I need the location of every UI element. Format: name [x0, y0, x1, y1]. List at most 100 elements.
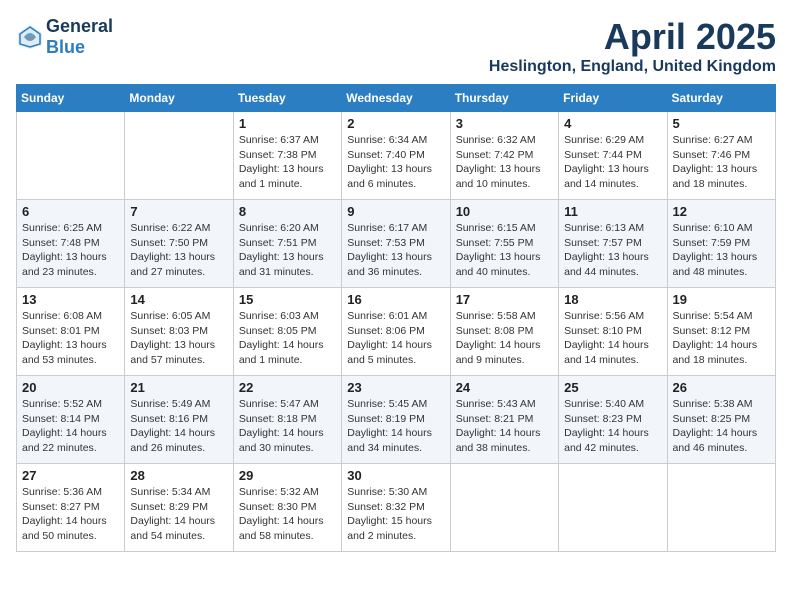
day-number: 6	[22, 204, 119, 219]
day-info: Sunrise: 6:37 AMSunset: 7:38 PMDaylight:…	[239, 133, 336, 192]
week-row-4: 20 Sunrise: 5:52 AMSunset: 8:14 PMDayligh…	[17, 376, 776, 464]
calendar-cell	[559, 464, 667, 552]
day-number: 24	[456, 380, 553, 395]
header-day-tuesday: Tuesday	[233, 85, 341, 112]
logo-icon	[16, 23, 44, 51]
calendar-cell: 21 Sunrise: 5:49 AMSunset: 8:16 PMDayligh…	[125, 376, 233, 464]
logo-general: General	[46, 16, 113, 36]
day-info: Sunrise: 5:32 AMSunset: 8:30 PMDaylight:…	[239, 485, 336, 544]
header-day-thursday: Thursday	[450, 85, 558, 112]
day-number: 13	[22, 292, 119, 307]
day-number: 9	[347, 204, 444, 219]
week-row-3: 13Sunrise: 6:08 AMSunset: 8:01 PMDayligh…	[17, 288, 776, 376]
day-number: 17	[456, 292, 553, 307]
day-info: Sunrise: 5:30 AMSunset: 8:32 PMDaylight:…	[347, 485, 444, 544]
day-info: Sunrise: 6:20 AMSunset: 7:51 PMDaylight:…	[239, 221, 336, 280]
day-info: Sunrise: 5:58 AMSunset: 8:08 PMDaylight:…	[456, 309, 553, 368]
day-info: Sunrise: 5:38 AMSunset: 8:25 PMDaylight:…	[673, 397, 770, 456]
logo-text: General Blue	[46, 16, 113, 58]
day-number: 5	[673, 116, 770, 131]
day-number: 22	[239, 380, 336, 395]
week-row-1: 1Sunrise: 6:37 AMSunset: 7:38 PMDaylight…	[17, 112, 776, 200]
day-info: Sunrise: 6:25 AMSunset: 7:48 PMDaylight:…	[22, 221, 119, 280]
day-info: Sunrise: 5:34 AMSunset: 8:29 PMDaylight:…	[130, 485, 227, 544]
day-info: Sunrise: 6:05 AMSunset: 8:03 PMDaylight:…	[130, 309, 227, 368]
day-info: Sunrise: 6:32 AMSunset: 7:42 PMDaylight:…	[456, 133, 553, 192]
logo-blue: Blue	[46, 37, 85, 57]
calendar-cell: 2Sunrise: 6:34 AMSunset: 7:40 PMDaylight…	[342, 112, 450, 200]
logo: General Blue	[16, 16, 113, 58]
day-number: 19	[673, 292, 770, 307]
day-number: 3	[456, 116, 553, 131]
day-info: Sunrise: 5:52 AMSunset: 8:14 PMDaylight:…	[22, 397, 119, 456]
day-info: Sunrise: 5:47 AMSunset: 8:18 PMDaylight:…	[239, 397, 336, 456]
calendar-cell: 28 Sunrise: 5:34 AMSunset: 8:29 PMDayligh…	[125, 464, 233, 552]
calendar-table: SundayMondayTuesdayWednesdayThursdayFrid…	[16, 84, 776, 552]
calendar-cell: 6 Sunrise: 6:25 AMSunset: 7:48 PMDaylight…	[17, 200, 125, 288]
day-number: 8	[239, 204, 336, 219]
day-info: Sunrise: 6:13 AMSunset: 7:57 PMDaylight:…	[564, 221, 661, 280]
calendar-cell: 23 Sunrise: 5:45 AMSunset: 8:19 PMDayligh…	[342, 376, 450, 464]
day-number: 4	[564, 116, 661, 131]
header-day-sunday: Sunday	[17, 85, 125, 112]
calendar-cell: 27 Sunrise: 5:36 AMSunset: 8:27 PMDayligh…	[17, 464, 125, 552]
day-info: Sunrise: 5:56 AMSunset: 8:10 PMDaylight:…	[564, 309, 661, 368]
day-info: Sunrise: 5:40 AMSunset: 8:23 PMDaylight:…	[564, 397, 661, 456]
calendar-cell: 18 Sunrise: 5:56 AMSunset: 8:10 PMDayligh…	[559, 288, 667, 376]
calendar-cell: 22 Sunrise: 5:47 AMSunset: 8:18 PMDayligh…	[233, 376, 341, 464]
header-day-friday: Friday	[559, 85, 667, 112]
day-info: Sunrise: 5:49 AMSunset: 8:16 PMDaylight:…	[130, 397, 227, 456]
day-number: 26	[673, 380, 770, 395]
week-row-2: 6 Sunrise: 6:25 AMSunset: 7:48 PMDaylight…	[17, 200, 776, 288]
calendar-cell: 14 Sunrise: 6:05 AMSunset: 8:03 PMDayligh…	[125, 288, 233, 376]
day-info: Sunrise: 6:15 AMSunset: 7:55 PMDaylight:…	[456, 221, 553, 280]
day-info: Sunrise: 5:45 AMSunset: 8:19 PMDaylight:…	[347, 397, 444, 456]
day-number: 14	[130, 292, 227, 307]
day-info: Sunrise: 6:29 AMSunset: 7:44 PMDaylight:…	[564, 133, 661, 192]
day-number: 23	[347, 380, 444, 395]
day-number: 12	[673, 204, 770, 219]
calendar-cell	[450, 464, 558, 552]
calendar-cell: 29 Sunrise: 5:32 AMSunset: 8:30 PMDayligh…	[233, 464, 341, 552]
day-info: Sunrise: 6:34 AMSunset: 7:40 PMDaylight:…	[347, 133, 444, 192]
day-number: 21	[130, 380, 227, 395]
header: General Blue April 2025 Heslington, Engl…	[16, 16, 776, 76]
calendar-cell: 25 Sunrise: 5:40 AMSunset: 8:23 PMDayligh…	[559, 376, 667, 464]
header-day-wednesday: Wednesday	[342, 85, 450, 112]
day-number: 28	[130, 468, 227, 483]
header-day-saturday: Saturday	[667, 85, 775, 112]
day-number: 18	[564, 292, 661, 307]
day-number: 10	[456, 204, 553, 219]
day-number: 11	[564, 204, 661, 219]
calendar-cell: 24 Sunrise: 5:43 AMSunset: 8:21 PMDayligh…	[450, 376, 558, 464]
header-day-monday: Monday	[125, 85, 233, 112]
calendar-cell: 16Sunrise: 6:01 AMSunset: 8:06 PMDayligh…	[342, 288, 450, 376]
day-info: Sunrise: 6:17 AMSunset: 7:53 PMDaylight:…	[347, 221, 444, 280]
day-info: Sunrise: 5:43 AMSunset: 8:21 PMDaylight:…	[456, 397, 553, 456]
calendar-cell: 7Sunrise: 6:22 AMSunset: 7:50 PMDaylight…	[125, 200, 233, 288]
calendar-cell: 26 Sunrise: 5:38 AMSunset: 8:25 PMDayligh…	[667, 376, 775, 464]
month-title: April 2025	[489, 16, 776, 58]
day-number: 20	[22, 380, 119, 395]
title-block: April 2025 Heslington, England, United K…	[489, 16, 776, 76]
calendar-cell	[667, 464, 775, 552]
day-number: 29	[239, 468, 336, 483]
day-number: 25	[564, 380, 661, 395]
calendar-cell: 8 Sunrise: 6:20 AMSunset: 7:51 PMDaylight…	[233, 200, 341, 288]
location-title: Heslington, England, United Kingdom	[489, 58, 776, 76]
calendar-cell: 11 Sunrise: 6:13 AMSunset: 7:57 PMDayligh…	[559, 200, 667, 288]
calendar-cell: 10 Sunrise: 6:15 AMSunset: 7:55 PMDayligh…	[450, 200, 558, 288]
day-info: Sunrise: 5:36 AMSunset: 8:27 PMDaylight:…	[22, 485, 119, 544]
day-number: 16	[347, 292, 444, 307]
calendar-cell: 1Sunrise: 6:37 AMSunset: 7:38 PMDaylight…	[233, 112, 341, 200]
calendar-cell: 30Sunrise: 5:30 AMSunset: 8:32 PMDayligh…	[342, 464, 450, 552]
week-row-5: 27 Sunrise: 5:36 AMSunset: 8:27 PMDayligh…	[17, 464, 776, 552]
calendar-cell: 20 Sunrise: 5:52 AMSunset: 8:14 PMDayligh…	[17, 376, 125, 464]
day-number: 15	[239, 292, 336, 307]
calendar-cell: 17 Sunrise: 5:58 AMSunset: 8:08 PMDayligh…	[450, 288, 558, 376]
calendar-cell: 5Sunrise: 6:27 AMSunset: 7:46 PMDaylight…	[667, 112, 775, 200]
day-number: 27	[22, 468, 119, 483]
calendar-cell	[17, 112, 125, 200]
calendar-cell: 4 Sunrise: 6:29 AMSunset: 7:44 PMDaylight…	[559, 112, 667, 200]
day-info: Sunrise: 6:10 AMSunset: 7:59 PMDaylight:…	[673, 221, 770, 280]
